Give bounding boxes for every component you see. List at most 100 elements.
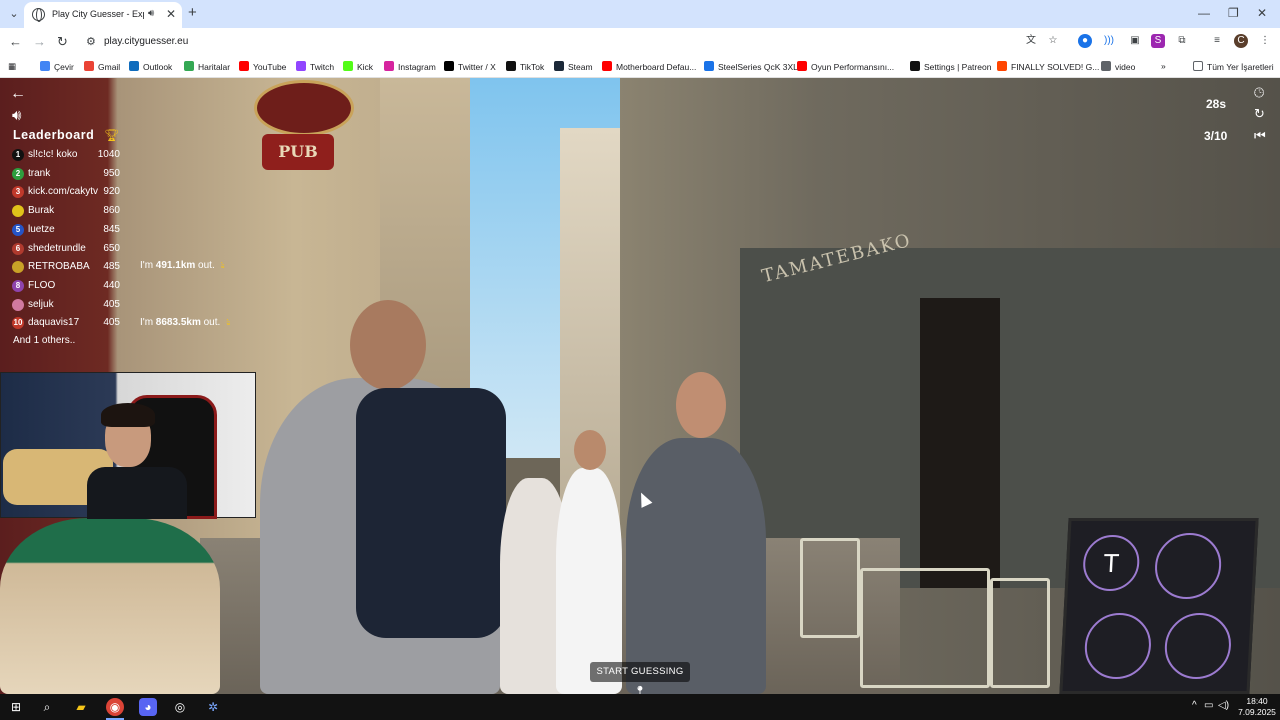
bookmark-item[interactable]: Çevir — [40, 61, 74, 72]
person-head — [676, 372, 726, 438]
webcam-streamer-hair — [101, 403, 155, 427]
message-prefix: I'm — [140, 317, 156, 328]
volume-icon[interactable]: 🔊︎ — [12, 107, 21, 124]
rank-badge: 1 — [12, 149, 24, 161]
purple-extension-icon[interactable]: S — [1151, 34, 1165, 48]
leaderboard-row: seljuk 405 — [12, 298, 120, 314]
more-bookmarks-icon[interactable]: » — [1161, 61, 1166, 71]
close-tab-icon[interactable]: ✕ — [166, 7, 176, 21]
refresh-icon[interactable]: ↻ — [1254, 106, 1265, 122]
bookmark-item[interactable]: Settings | Patreon — [910, 61, 991, 72]
player-name: daquavis17 — [28, 317, 80, 329]
clock-time: 18:40 — [1246, 696, 1268, 706]
bookmark-item[interactable]: Twitch — [296, 61, 334, 72]
bookmark-label: video — [1115, 62, 1136, 72]
bookmark-item[interactable]: YouTube — [239, 61, 286, 72]
menu-dots-icon[interactable]: ⋮ — [1258, 34, 1272, 48]
restore-icon[interactable]: ❐ — [1228, 6, 1239, 20]
player-score: 650 — [103, 242, 120, 254]
bookmark-item[interactable]: Twitter / X — [444, 61, 496, 72]
bookmark-item[interactable]: SteelSeries QcK 3XL... — [704, 61, 805, 72]
player-name: FLOO — [28, 279, 56, 291]
bookmark-item[interactable]: Instagram — [384, 61, 436, 72]
media-icon[interactable]: ≡ — [1210, 34, 1224, 48]
clock-icon[interactable]: 🕒︎ — [1254, 85, 1264, 101]
bookmark-item[interactable]: video — [1101, 61, 1135, 72]
new-tab-icon[interactable]: + — [188, 4, 197, 21]
bookmark-item[interactable]: Kick — [343, 61, 373, 72]
youtube-icon — [602, 61, 612, 71]
leaderboard-title: Leaderboard — [13, 128, 95, 142]
shop-door — [920, 298, 1000, 588]
bookmark-label: Twitch — [310, 62, 335, 72]
rank-badge — [12, 205, 24, 218]
tray-arrow-icon[interactable]: ^ — [1192, 700, 1197, 711]
menu-board-logo: T — [1081, 535, 1141, 591]
cafe-chair — [800, 538, 860, 638]
forward-icon[interactable]: → — [33, 34, 46, 49]
profile-avatar[interactable]: C — [1234, 34, 1248, 48]
bookmark-label: Twitter / X — [458, 62, 496, 72]
player-score: 950 — [103, 167, 120, 179]
screen-extension-icon[interactable]: ▣ — [1128, 34, 1142, 48]
all-bookmarks[interactable]: Tüm Yer İşaretleri — [1193, 61, 1274, 72]
app-icon[interactable]: ✲ — [204, 698, 222, 716]
bookmark-item[interactable]: Haritalar — [184, 61, 230, 72]
extensions-puzzle-icon[interactable]: ⧉ — [1175, 34, 1189, 48]
file-explorer-icon[interactable]: ▰ — [72, 698, 90, 716]
reload-icon[interactable]: ↻ — [57, 34, 68, 50]
pointing-hand-icon: 👆︎ — [220, 260, 225, 270]
rank-badge — [12, 261, 24, 274]
guess-message: I'm 491.1km out. 👆︎ — [140, 260, 225, 276]
player-score: 405 — [103, 298, 120, 310]
bookmark-item[interactable]: TikTok — [506, 61, 544, 72]
speaker-icon[interactable]: 🔊︎ — [148, 8, 154, 19]
player-name: Burak — [28, 205, 55, 217]
close-window-icon[interactable]: ✕ — [1257, 6, 1267, 20]
rank-badge: 10 — [12, 317, 24, 330]
bookmark-star-icon[interactable]: ☆ — [1046, 34, 1060, 48]
skip-back-icon[interactable]: ⏮︎ — [1254, 128, 1266, 144]
pointing-hand-icon: 👆︎ — [226, 317, 231, 327]
system-clock[interactable]: 18:40 7.09.2025 — [1234, 696, 1280, 718]
bookmark-label: Kick — [357, 62, 374, 72]
street-view[interactable]: TAMATEBAKO PUB T ← 🔊︎ Leaderboard 🏆︎ 1 sl… — [0, 78, 1280, 694]
bookmark-item[interactable]: Steam — [554, 61, 593, 72]
discord-icon[interactable]: ◕ — [139, 698, 157, 716]
volume-tray-icon[interactable]: ◁) — [1218, 700, 1229, 711]
leaderboard-row: RETROBABA 485 — [12, 260, 120, 276]
bookmark-item[interactable]: Oyun Performansını... — [797, 61, 894, 72]
windows-start-icon[interactable]: ⊞ — [7, 698, 25, 716]
tab-search-icon[interactable]: ⌄ — [6, 6, 22, 22]
site-info-icon[interactable]: ⚙ — [86, 35, 96, 48]
obs-icon[interactable]: ◎ — [171, 698, 189, 716]
gmail-icon — [84, 61, 94, 71]
chrome-icon[interactable]: ◉ — [106, 698, 124, 716]
bookmark-item[interactable]: Gmail — [84, 61, 120, 72]
globe-icon — [32, 8, 45, 22]
apps-grid-icon[interactable]: ▦ — [8, 61, 16, 72]
leaderboard-row: Burak 860 — [12, 204, 120, 220]
bookmark-item[interactable]: Motherboard Defau... — [602, 61, 696, 72]
back-arrow-icon[interactable]: ← — [10, 85, 26, 103]
translate-icon — [40, 61, 50, 71]
search-icon[interactable]: ⌕ — [38, 698, 56, 716]
tab-cityguesser[interactable]: Play City Guesser - Explore 🔊︎ ✕ — [24, 2, 182, 28]
translate-icon[interactable]: 文 — [1024, 34, 1038, 48]
menu-board: T — [1059, 518, 1259, 694]
extension-icon[interactable]: ● — [1078, 34, 1092, 48]
maps-icon — [184, 61, 194, 71]
player-score: 405 — [103, 317, 120, 329]
address-bar[interactable]: ⚙ play.cityguesser.eu — [80, 31, 1080, 53]
webcam-streamer-body — [87, 467, 187, 519]
minimize-icon[interactable]: — — [1198, 6, 1210, 20]
bookmark-item[interactable]: Outlook — [129, 61, 172, 72]
start-guessing-button[interactable]: START GUESSING 📍︎ — [590, 662, 690, 694]
bookmark-label: Çevir — [54, 62, 74, 72]
bookmark-label: Steam — [568, 62, 593, 72]
audio-extension-icon[interactable]: ))) — [1102, 34, 1116, 48]
bookmark-item[interactable]: FINALLY SOLVED! G... — [997, 61, 1099, 72]
back-icon[interactable]: ← — [9, 34, 22, 49]
network-icon[interactable]: ▭ — [1204, 700, 1213, 711]
message-suffix: out. — [195, 260, 215, 271]
